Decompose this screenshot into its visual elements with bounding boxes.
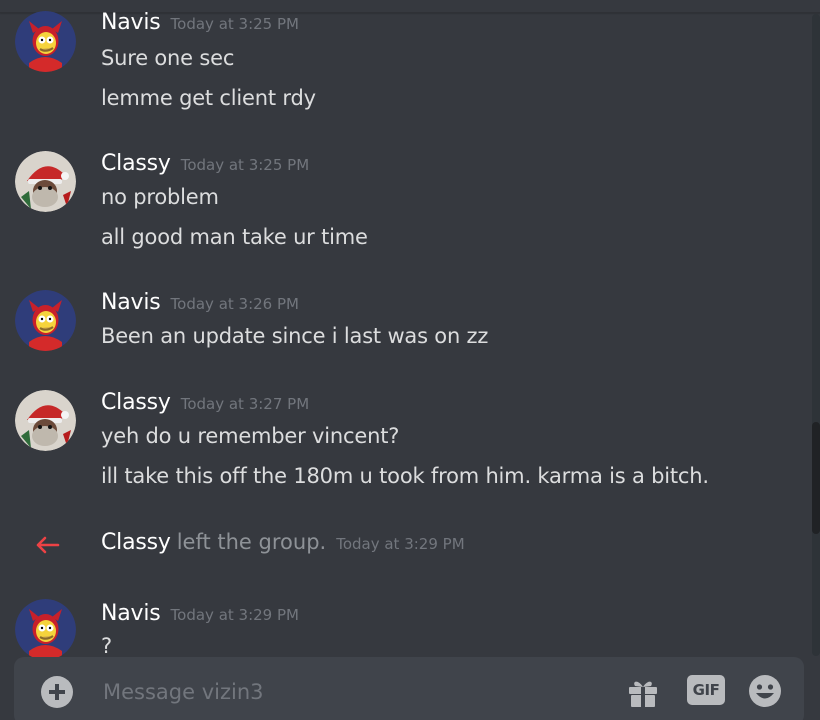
gift-icon[interactable] [626,675,660,709]
message-text: Sure one sec [101,46,235,70]
message-input[interactable] [101,669,585,715]
message-scrollbar[interactable] [808,14,820,656]
simpson-devil-avatar-icon [15,599,76,660]
message-text: ill take this off the 180m u took from h… [101,464,709,488]
timestamp[interactable]: Today at 3:25 PM [171,15,299,33]
gif-button[interactable]: GIF [687,675,725,705]
message-header: Navis Today at 3:26 PM [101,290,299,315]
avatar[interactable] [15,11,76,72]
avatar[interactable] [15,151,76,212]
plus-circle-icon[interactable] [41,676,73,708]
left-arrow-icon [36,536,60,554]
message-text: yeh do u remember vincent? [101,424,400,448]
santa-avatar-icon [15,151,76,212]
message-text: all good man take ur time [101,225,368,249]
simpson-devil-avatar-icon [15,290,76,351]
message-text: ? [101,634,112,658]
emoji-icon[interactable] [747,673,783,709]
system-message-text: Classy left the group. Today at 3:29 PM [101,530,465,555]
message-header: Navis Today at 3:29 PM [101,601,299,626]
message-composer: GIF [14,657,804,720]
avatar[interactable] [15,599,76,660]
scrollbar-thumb[interactable] [812,422,820,534]
timestamp[interactable]: Today at 3:29 PM [171,606,299,624]
chat-window: Navis Today at 3:25 PM Sure one sec lemme… [0,0,820,720]
message-header: Navis Today at 3:25 PM [101,10,299,35]
timestamp[interactable]: Today at 3:26 PM [171,295,299,313]
avatar[interactable] [15,390,76,451]
message-header: Classy Today at 3:25 PM [101,151,309,176]
author-name[interactable]: Classy [101,530,171,555]
author-name[interactable]: Classy [101,390,171,415]
author-name[interactable]: Navis [101,601,161,626]
simpson-devil-avatar-icon [15,11,76,72]
author-name[interactable]: Classy [101,151,171,176]
message-text: no problem [101,185,219,209]
author-name[interactable]: Navis [101,10,161,35]
timestamp[interactable]: Today at 3:29 PM [336,535,464,553]
timestamp[interactable]: Today at 3:27 PM [181,395,309,413]
message-header: Classy Today at 3:27 PM [101,390,309,415]
timestamp[interactable]: Today at 3:25 PM [181,156,309,174]
message-text: lemme get client rdy [101,86,316,110]
author-name[interactable]: Navis [101,290,161,315]
santa-avatar-icon [15,390,76,451]
system-action: left the group. [176,530,327,554]
scrollbar-track[interactable] [812,14,820,656]
avatar[interactable] [15,290,76,351]
message-text: Been an update since i last was on zz [101,324,489,348]
